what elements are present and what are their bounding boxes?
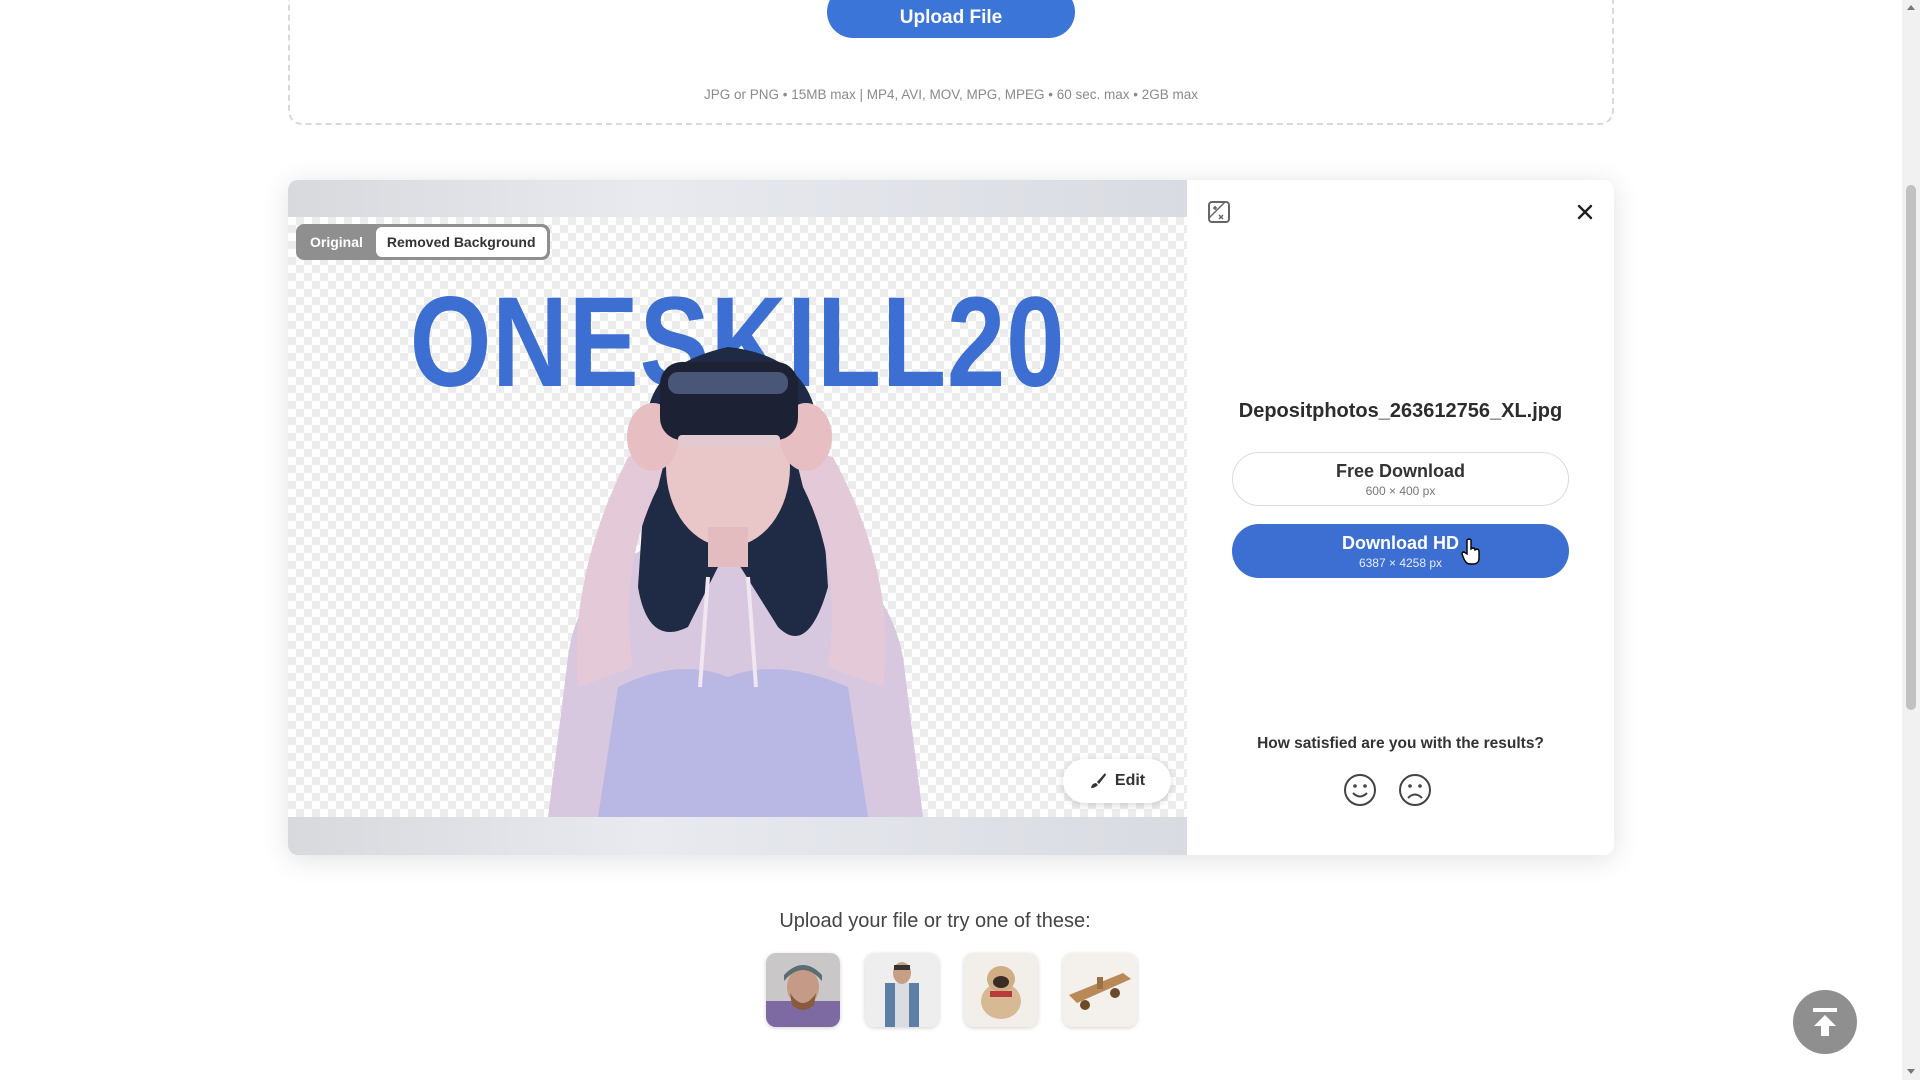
supported-formats-text: JPG or PNG • 15MB max | MP4, AVI, MOV, M… — [703, 87, 1199, 102]
transparent-background: ONESKILL20 — [288, 217, 1187, 817]
feedback-question: How satisfied are you with the results? — [1257, 735, 1544, 752]
happy-face-icon[interactable] — [1343, 773, 1377, 807]
scrollbar-thumb[interactable] — [1906, 185, 1916, 710]
arrow-up-bar-icon — [1813, 1008, 1837, 1036]
download-hd-size: 6387 × 4258 px — [1358, 555, 1443, 570]
toggle-removed-background[interactable]: Removed Background — [375, 227, 547, 257]
free-download-size: 600 × 400 px — [1365, 483, 1436, 498]
close-icon[interactable] — [1573, 200, 1597, 224]
page-scrollbar[interactable] — [1902, 0, 1920, 1080]
sample-image — [964, 953, 1038, 1027]
samples-label: Upload your file or try one of these: — [779, 910, 1091, 932]
scroll-up-arrow-icon[interactable] — [1907, 5, 1915, 10]
sample-thumbnail-man-in-vest[interactable] — [865, 953, 939, 1027]
compare-icon[interactable] — [1207, 200, 1231, 224]
sample-image — [865, 953, 939, 1027]
file-name: Depositphotos_263612756_XL.jpg — [1238, 400, 1563, 422]
download-hd-button[interactable]: Download HD 6387 × 4258 px — [1232, 524, 1569, 578]
scroll-down-arrow-icon[interactable] — [1907, 1069, 1915, 1074]
image-preview: ONESKILL20 Original Removed Background E… — [288, 180, 1187, 855]
scroll-to-top-button[interactable] — [1793, 990, 1857, 1054]
toggle-original[interactable]: Original — [299, 227, 374, 257]
sample-thumbnail-wooden-object[interactable] — [1063, 953, 1137, 1027]
person-with-vr-headset-image — [548, 347, 923, 817]
free-download-button[interactable]: Free Download 600 × 400 px — [1232, 452, 1569, 506]
download-hd-label: Download HD — [1342, 532, 1459, 553]
sad-face-icon[interactable] — [1398, 773, 1432, 807]
sample-thumbnail-pug-dog[interactable] — [964, 953, 1038, 1027]
view-toggle: Original Removed Background — [296, 224, 550, 260]
upload-file-button[interactable]: Upload File — [827, 0, 1075, 38]
sample-image — [766, 953, 840, 1027]
edit-label: Edit — [1114, 772, 1146, 789]
free-download-label: Free Download — [1335, 460, 1465, 481]
hand-cursor-icon — [1461, 538, 1480, 565]
sample-thumbnail-man-with-helmet[interactable] — [766, 953, 840, 1027]
brush-icon — [1090, 773, 1106, 788]
result-card: ONESKILL20 Original Removed Background E… — [288, 180, 1614, 855]
edit-button[interactable]: Edit — [1063, 759, 1171, 803]
sample-image — [1063, 953, 1137, 1027]
download-panel: Depositphotos_263612756_XL.jpg Free Down… — [1187, 180, 1614, 855]
